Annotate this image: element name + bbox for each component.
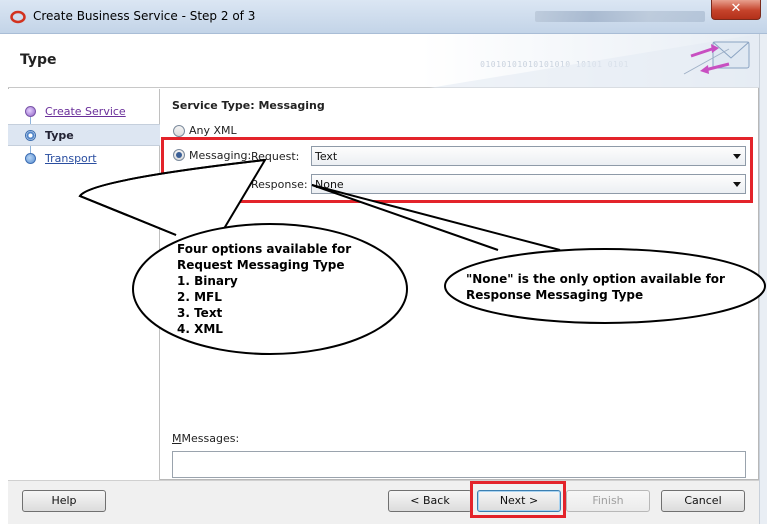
request-options-callout: Four options available for Request Messa… <box>177 242 352 336</box>
messages-label-text: Messages: <box>181 432 240 445</box>
wizard-footer: Help < Back Next > Finish Cancel <box>8 480 759 524</box>
response-options-callout: "None" is the only option available for … <box>466 272 725 302</box>
messages-field[interactable] <box>172 451 746 478</box>
finish-button[interactable]: Finish <box>566 490 650 512</box>
annotation-callouts <box>78 158 766 355</box>
next-highlight-box <box>470 481 566 518</box>
back-button[interactable]: < Back <box>388 490 472 512</box>
cancel-button[interactable]: Cancel <box>661 490 745 512</box>
messages-label: MMessages: <box>172 432 240 445</box>
help-button[interactable]: Help <box>22 490 106 512</box>
